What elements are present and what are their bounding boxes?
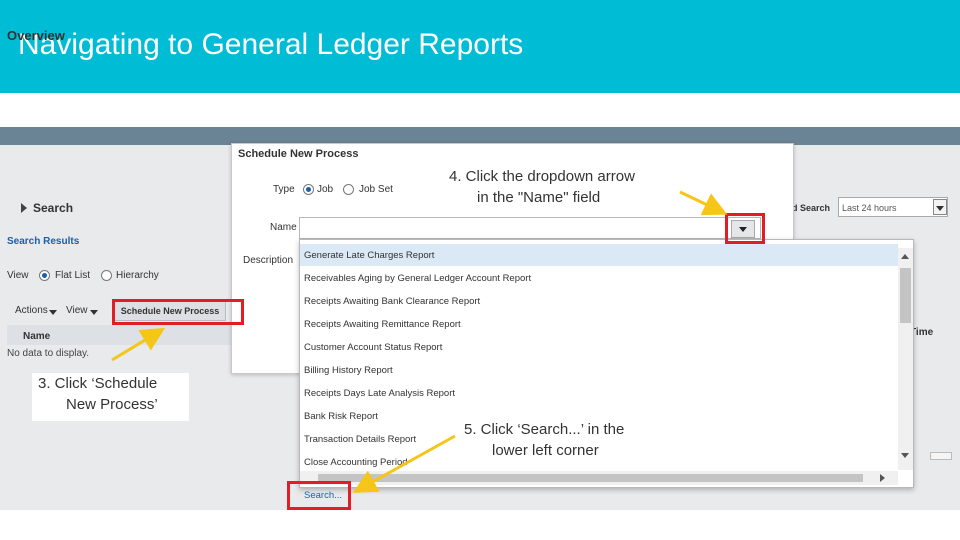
no-data-message: No data to display. [7, 348, 90, 359]
hierarchy-label[interactable]: Hierarchy [116, 270, 159, 281]
search-results-heading: Search Results [7, 236, 80, 247]
note-line: 4. Click the dropdown arrow [449, 168, 635, 185]
flat-list-label[interactable]: Flat List [55, 270, 90, 281]
name-input[interactable] [299, 217, 761, 239]
note-line: lower left corner [492, 442, 599, 459]
type-label: Type [273, 184, 295, 195]
dropdown-option[interactable]: Bank Risk Report [304, 411, 378, 422]
callout-box-schedule-button [112, 299, 244, 325]
dropdown-option[interactable]: Receipts Days Late Analysis Report [304, 388, 455, 399]
actions-chevron-down-icon[interactable] [49, 310, 57, 315]
dropdown-option[interactable]: Receivables Aging by General Ledger Acco… [304, 273, 531, 284]
view-chevron-down-icon[interactable] [90, 310, 98, 315]
name-field-label: Name [270, 222, 297, 233]
dialog-title: Schedule New Process [238, 148, 359, 160]
time-filter-value: Last 24 hours [842, 203, 897, 213]
flat-list-radio[interactable] [39, 270, 50, 281]
vertical-scroll-thumb[interactable] [900, 268, 911, 323]
actions-menu[interactable]: Actions [15, 305, 48, 316]
search-section-label[interactable]: Search [33, 201, 73, 215]
table-scroll-indicator[interactable] [930, 452, 952, 460]
note-line: in the "Name" field [477, 189, 601, 206]
dropdown-option[interactable]: Generate Late Charges Report [304, 250, 434, 261]
instruction-step-3: 3. Click ‘Schedule New Process’ [32, 373, 189, 421]
job-label[interactable]: Job [317, 184, 333, 195]
instruction-step-4: 4. Click the dropdown arrow in the "Name… [443, 166, 678, 208]
dropdown-option[interactable]: Customer Account Status Report [304, 342, 442, 353]
dropdown-option[interactable]: Receipts Awaiting Remittance Report [304, 319, 461, 330]
callout-box-dropdown-arrow [725, 213, 765, 244]
hierarchy-radio[interactable] [101, 270, 112, 281]
job-set-radio[interactable] [343, 184, 354, 195]
view-label: View [7, 270, 29, 281]
overview-title: Overview [7, 28, 65, 43]
note-line: 5. Click ‘Search...’ in the [464, 421, 625, 438]
note-line: New Process’ [66, 396, 158, 413]
dropdown-option[interactable]: Close Accounting Period [304, 457, 408, 468]
scroll-down-icon[interactable] [901, 453, 909, 458]
job-radio[interactable] [303, 184, 314, 195]
description-label: Description [243, 255, 294, 266]
instruction-step-5: 5. Click ‘Search...’ in the lower left c… [458, 419, 668, 461]
dropdown-option[interactable]: Receipts Awaiting Bank Clearance Report [304, 296, 480, 307]
dropdown-option[interactable]: Billing History Report [304, 365, 393, 376]
advanced-search-label[interactable]: d Search [792, 203, 830, 213]
horizontal-scroll-thumb[interactable] [318, 474, 863, 482]
view-menu[interactable]: View [66, 305, 88, 316]
time-filter-chevron-down-icon [936, 206, 944, 211]
name-column-label[interactable]: Name [23, 331, 50, 342]
scroll-right-icon[interactable] [880, 474, 885, 482]
scroll-up-icon[interactable] [901, 254, 909, 259]
slide-title: Navigating to General Ledger Reports [18, 28, 524, 61]
job-set-label[interactable]: Job Set [359, 184, 393, 195]
dropdown-option[interactable]: Transaction Details Report [304, 434, 416, 445]
expand-caret-icon[interactable] [21, 203, 27, 213]
callout-box-search-link [287, 481, 351, 510]
note-line: 3. Click ‘Schedule [38, 375, 158, 392]
